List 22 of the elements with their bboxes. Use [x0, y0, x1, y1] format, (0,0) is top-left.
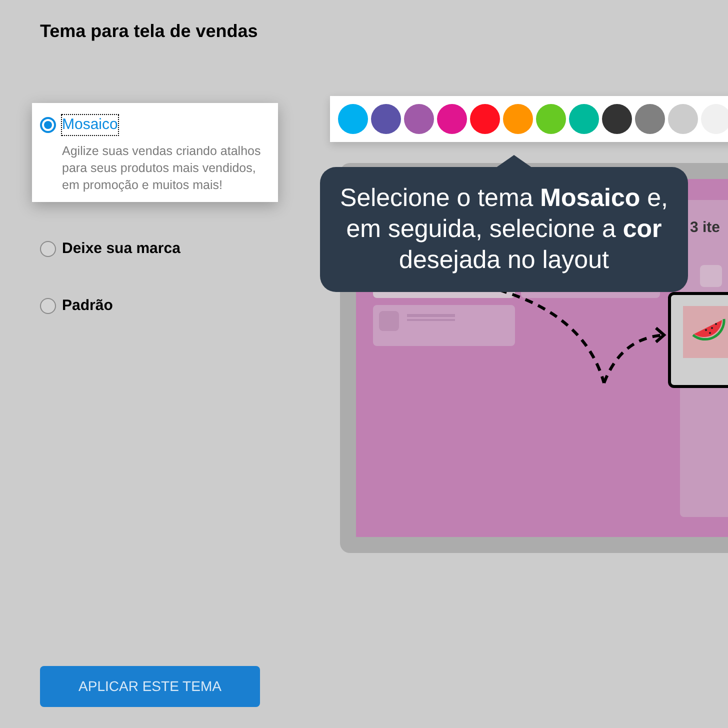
color-swatch[interactable] [536, 104, 566, 134]
color-swatch[interactable] [470, 104, 500, 134]
radio-button[interactable] [40, 241, 56, 257]
color-swatch[interactable] [668, 104, 698, 134]
page-title: Tema para tela de vendas [40, 20, 258, 43]
color-swatch[interactable] [602, 104, 632, 134]
preview-square [700, 265, 722, 287]
color-swatch[interactable] [635, 104, 665, 134]
theme-label[interactable]: Padrão [62, 296, 113, 316]
color-swatch[interactable] [503, 104, 533, 134]
tooltip-text: Selecione o tema Mosaico e, em seguida, selecione a cor desejada no layout [339, 183, 669, 276]
theme-label[interactable]: Deixe sua marca [62, 239, 180, 259]
color-swatch[interactable] [371, 104, 401, 134]
radio-button[interactable] [40, 117, 56, 133]
color-swatch[interactable] [437, 104, 467, 134]
cart-count-text: 3 ite [690, 218, 720, 238]
theme-label[interactable]: Mosaico [62, 115, 118, 135]
color-swatch[interactable] [338, 104, 368, 134]
color-swatch[interactable] [569, 104, 599, 134]
theme-description: Agilize suas vendas criando atalhos para seus produtos mais vendidos, em promoção e muitos mais! [61, 143, 262, 194]
radio-button[interactable] [40, 298, 56, 314]
color-swatch[interactable] [404, 104, 434, 134]
